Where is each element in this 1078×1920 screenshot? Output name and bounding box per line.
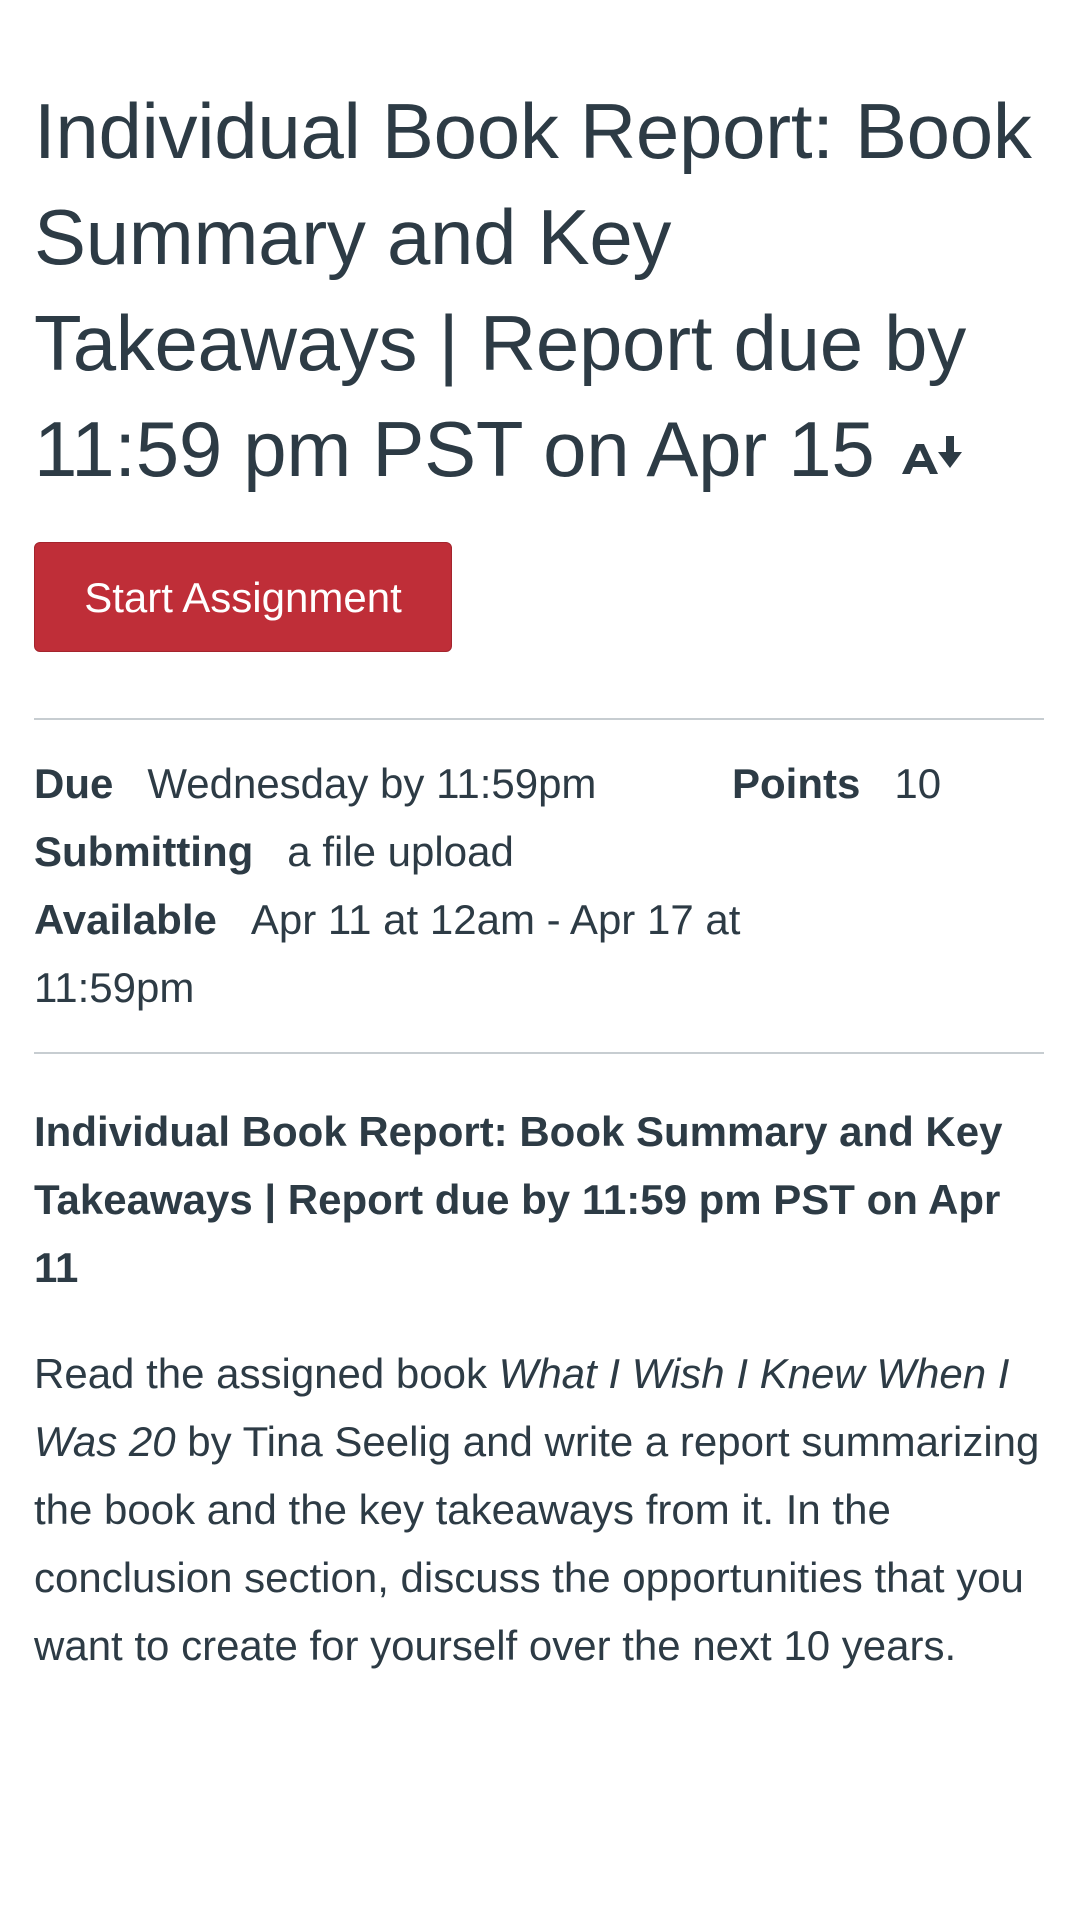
due-row: Due Wednesday by 11:59pm Points 10 <box>34 750 1044 818</box>
description-heading: Individual Book Report: Book Summary and… <box>34 1108 1003 1291</box>
points-block: Points 10 <box>732 750 941 818</box>
assignment-details: Due Wednesday by 11:59pm Points 10 Submitt… <box>34 720 1044 1052</box>
start-assignment-button[interactable]: Start Assignment <box>34 542 452 652</box>
description-text-after: by Tina Seelig and write a report summar… <box>34 1418 1040 1669</box>
available-label: Available <box>34 896 217 943</box>
points-value: 10 <box>894 760 942 807</box>
due-value: Wednesday by 11:59pm <box>147 760 597 807</box>
submitting-row: Submitting a file upload <box>34 818 1044 886</box>
assignment-page: Individual Book Report: Book Summary and… <box>0 0 1078 1680</box>
description-body: Read the assigned book What I Wish I Kne… <box>34 1302 1044 1680</box>
immersive-reader-icon[interactable] <box>900 430 966 478</box>
description-text-before: Read the assigned book <box>34 1350 499 1397</box>
page-title: Individual Book Report: Book Summary and… <box>34 0 1044 502</box>
page-title-text: Individual Book Report: Book Summary and… <box>34 87 1032 493</box>
points-label: Points <box>732 760 861 807</box>
submitting-value: a file upload <box>287 828 514 875</box>
due-label: Due <box>34 760 114 807</box>
submitting-label: Submitting <box>34 828 254 875</box>
available-row: Available Apr 11 at 12am - Apr 17 at 11:5… <box>34 886 794 1022</box>
